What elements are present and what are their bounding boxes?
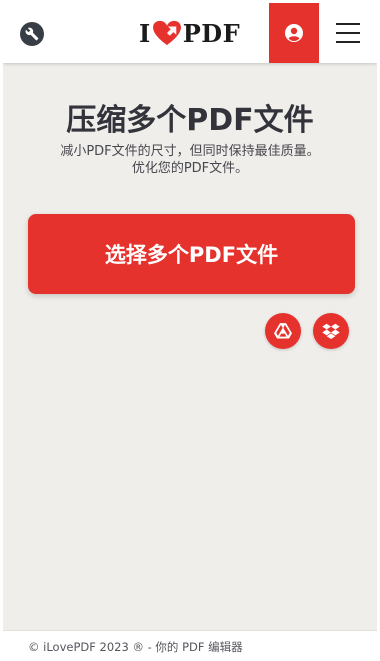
google-drive-icon xyxy=(274,323,292,339)
google-drive-button[interactable] xyxy=(265,313,301,349)
heart-icon xyxy=(152,20,181,46)
menu-bar xyxy=(336,32,360,34)
logo-text-pdf: PDF xyxy=(182,18,241,48)
footer-copyright: © iLovePDF 2023 ® - 你的 PDF 编辑器 xyxy=(28,640,243,654)
account-button[interactable] xyxy=(269,3,319,63)
page-title: 压缩多个PDF文件 xyxy=(66,103,314,138)
select-pdf-files-button[interactable]: 选择多个PDF文件 xyxy=(28,214,355,294)
wrench-icon[interactable] xyxy=(20,22,44,46)
ilovepdf-logo[interactable]: I PDF xyxy=(139,18,240,48)
menu-bar xyxy=(336,41,360,43)
menu-bar xyxy=(336,23,360,25)
top-header: I PDF xyxy=(3,3,377,63)
user-icon xyxy=(285,24,303,42)
dropbox-button[interactable] xyxy=(313,313,349,349)
app-frame: I PDF 压缩多个PDF文件 减小PDF文件的尺寸，但同时保持最佳质量。 优化… xyxy=(3,3,377,658)
logo-letter-i: I xyxy=(139,18,151,48)
subtitle-line-2: 优化您的PDF文件。 xyxy=(131,161,249,176)
subtitle-line-1: 减小PDF文件的尺寸，但同时保持最佳质量。 xyxy=(60,144,320,159)
footer: © iLovePDF 2023 ® - 你的 PDF 编辑器 xyxy=(3,630,377,658)
hamburger-menu-icon[interactable] xyxy=(319,3,377,63)
page-subtitle: 减小PDF文件的尺寸，但同时保持最佳质量。 优化您的PDF文件。 xyxy=(3,143,377,177)
dropbox-icon xyxy=(322,323,340,339)
wrench-glyph xyxy=(25,27,39,41)
